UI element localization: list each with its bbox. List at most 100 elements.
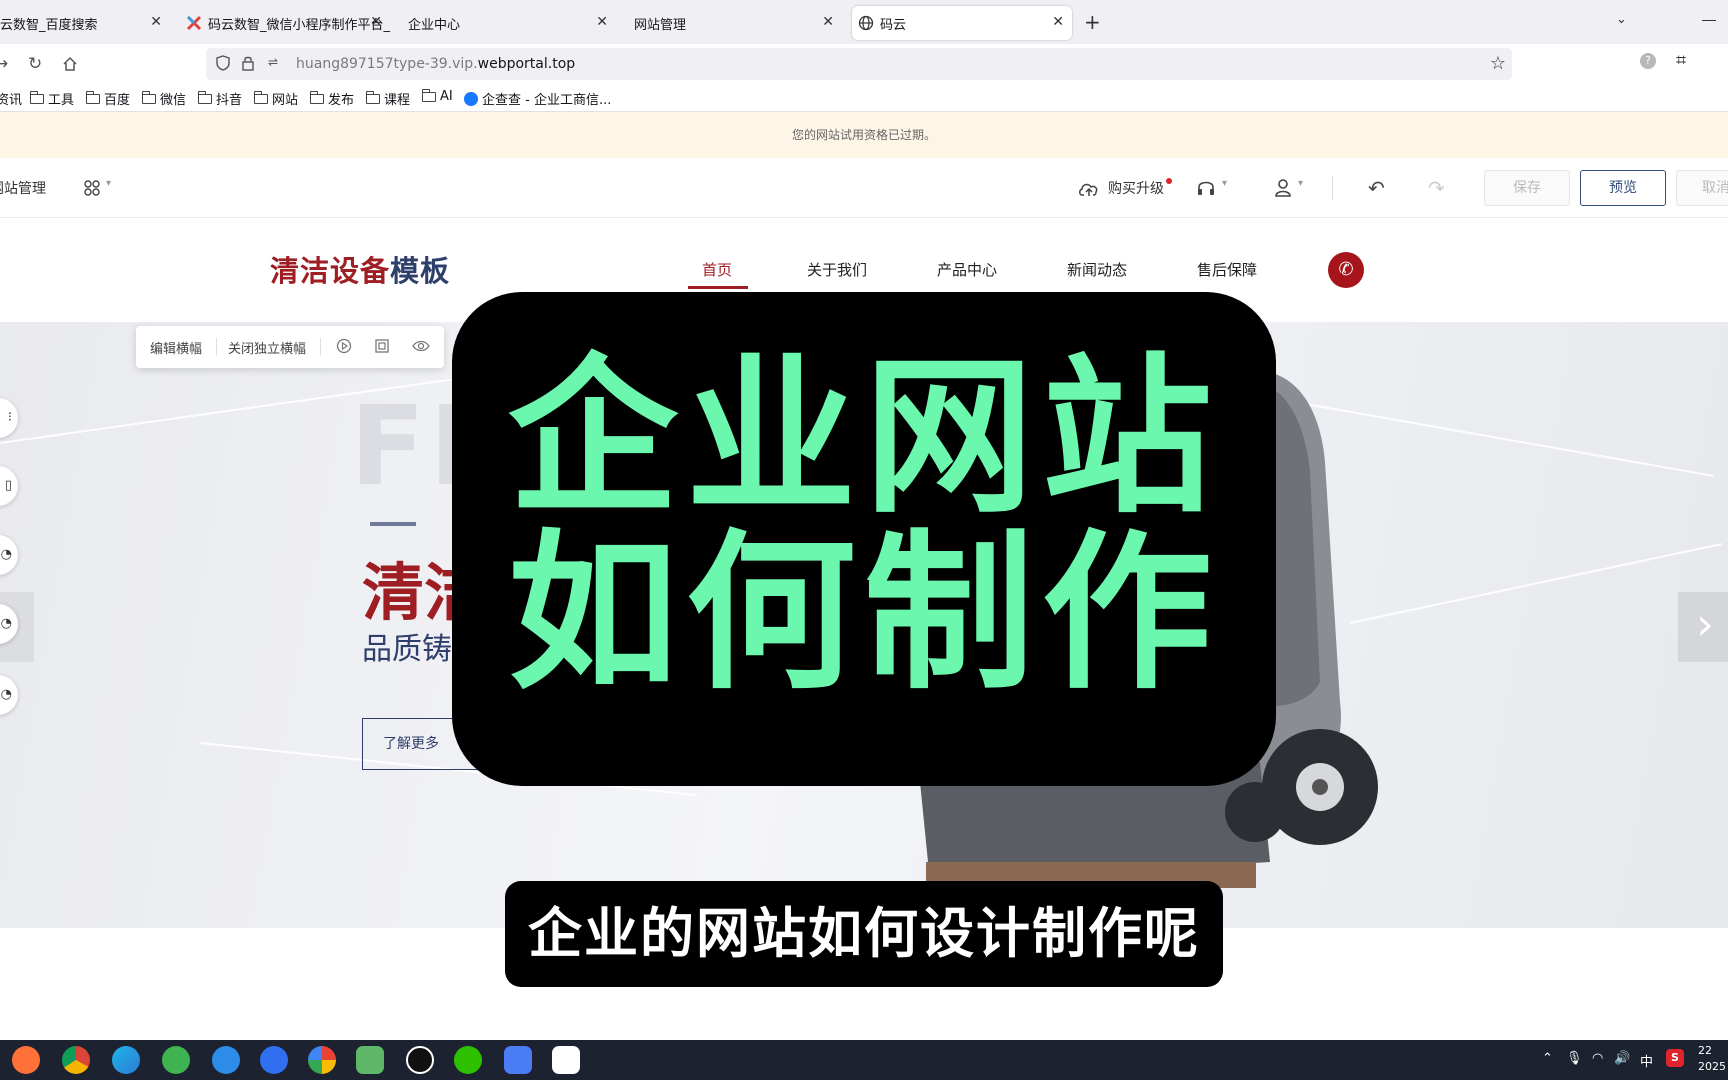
- search-q-icon[interactable]: [260, 1046, 288, 1074]
- tab-baidu-search[interactable]: 云数智_百度搜索 ✕: [0, 6, 170, 40]
- bookmark-folder-tools[interactable]: 工具: [30, 89, 74, 108]
- network-icon[interactable]: ◠: [1592, 1051, 1603, 1066]
- notification-dot: [1166, 178, 1172, 184]
- mayun-logo-icon: [186, 15, 202, 31]
- bookmark-folder-website[interactable]: 网站: [254, 89, 298, 108]
- chevron-down-icon[interactable]: ⌄: [1616, 12, 1627, 27]
- wechat-icon[interactable]: [454, 1046, 482, 1074]
- play-circle-icon[interactable]: [336, 338, 352, 354]
- extension-help-icon[interactable]: ?: [1640, 53, 1656, 69]
- chevron-down-icon[interactable]: ▾: [106, 178, 111, 189]
- redo-icon[interactable]: ↷: [1428, 176, 1445, 200]
- active-nav-indicator: [688, 286, 748, 289]
- forward-icon[interactable]: →: [0, 54, 8, 74]
- microphone-icon[interactable]: 🎙: [1566, 1051, 1583, 1066]
- save-button[interactable]: 保存: [1484, 170, 1570, 206]
- light-streak: [1349, 543, 1722, 624]
- url-bar[interactable]: ⇌ huang897157type-39.vip.webportal.top ☆: [206, 48, 1512, 80]
- cloud-upload-icon[interactable]: [1078, 180, 1100, 198]
- chevron-down-icon[interactable]: ▾: [1222, 178, 1227, 189]
- edit-banner-button[interactable]: 编辑横幅: [150, 338, 202, 357]
- trial-expired-notice: 您的网站试用资格已过期。: [0, 112, 1728, 158]
- folder-icon: [310, 90, 324, 104]
- close-icon[interactable]: ✕: [150, 14, 162, 30]
- sogou-browser-icon[interactable]: [212, 1046, 240, 1074]
- close-independent-banner-button[interactable]: 关闭独立横幅: [228, 338, 306, 357]
- browser-green-icon[interactable]: [162, 1046, 190, 1074]
- close-icon[interactable]: ✕: [596, 14, 608, 30]
- reload-icon[interactable]: ↻: [28, 54, 42, 74]
- close-icon[interactable]: ✕: [822, 14, 834, 30]
- phone-icon[interactable]: ✆: [1328, 252, 1364, 288]
- volume-icon[interactable]: 🔊: [1614, 1051, 1630, 1066]
- ime-indicator[interactable]: 中: [1640, 1051, 1653, 1070]
- nav-home[interactable]: 首页: [702, 259, 732, 280]
- bookmark-folder-baidu[interactable]: 百度: [86, 89, 130, 108]
- tab-mayun-active[interactable]: 码云 ✕: [852, 6, 1072, 40]
- cancel-button[interactable]: 取消: [1676, 170, 1728, 206]
- bookmarks-bar: 资讯 工具 百度 微信 抖音 网站 发布 课程 AI 企查查 - 企业工商信..…: [0, 84, 1728, 112]
- overlay-line-2: 如何制作: [507, 515, 1220, 713]
- minimize-icon[interactable]: [1702, 20, 1716, 21]
- undo-icon[interactable]: ↶: [1368, 176, 1385, 200]
- user-icon[interactable]: [1274, 178, 1292, 198]
- folder-icon: [30, 90, 44, 104]
- preview-button[interactable]: 预览: [1580, 170, 1666, 206]
- edge-icon[interactable]: [112, 1046, 140, 1074]
- video-editor-icon[interactable]: [552, 1046, 580, 1074]
- bookmark-qichacha[interactable]: 企查查 - 企业工商信...: [464, 89, 611, 108]
- buy-upgrade-button[interactable]: 购买升级: [1108, 178, 1164, 198]
- hero-accent-bar: [370, 522, 416, 526]
- site-manage-link[interactable]: 网站管理: [0, 178, 46, 198]
- bookmark-folder-wechat[interactable]: 微信: [142, 89, 186, 108]
- frame-icon[interactable]: [374, 338, 390, 354]
- shield-icon[interactable]: [216, 55, 230, 71]
- tab-mayun-miniprogram[interactable]: 码云数智_微信小程序制作平台_ ✕: [180, 6, 390, 40]
- url-text[interactable]: huang897157type-39.vip.webportal.top: [296, 56, 575, 72]
- chevron-down-icon[interactable]: ▾: [1298, 178, 1303, 189]
- nav-about[interactable]: 关于我们: [807, 259, 867, 280]
- lock-icon[interactable]: [242, 55, 254, 71]
- tab-title: 码云: [880, 17, 907, 33]
- close-icon[interactable]: ✕: [370, 14, 382, 30]
- bookmark-folder-ai[interactable]: AI: [422, 88, 453, 104]
- divider: [216, 338, 217, 356]
- nav-news[interactable]: 新闻动态: [1067, 259, 1127, 280]
- qq-icon[interactable]: [406, 1046, 434, 1074]
- hero-subtitle: 品质铸: [362, 632, 452, 667]
- nav-after-sales[interactable]: 售后保障: [1197, 259, 1257, 280]
- bookmark-folder-course[interactable]: 课程: [366, 89, 410, 108]
- clock-date: 2025: [1698, 1060, 1726, 1073]
- banner-next-arrow[interactable]: ›: [1678, 592, 1728, 662]
- tab-site-manage[interactable]: 网站管理 ✕: [628, 6, 842, 40]
- settings-gear-icon[interactable]: [356, 1046, 384, 1074]
- tab-title: 云数智_百度搜索: [0, 17, 98, 33]
- bookmark-item[interactable]: 资讯: [0, 89, 22, 108]
- note-icon[interactable]: [504, 1046, 532, 1074]
- tab-enterprise-center[interactable]: 企业中心 ✕: [402, 6, 616, 40]
- firefox-icon[interactable]: [12, 1046, 40, 1074]
- home-icon[interactable]: [62, 56, 78, 72]
- new-tab-plus-icon[interactable]: +: [1084, 10, 1101, 34]
- close-icon[interactable]: ✕: [1052, 14, 1064, 30]
- clock-time: 22: [1698, 1044, 1712, 1057]
- eye-icon[interactable]: [412, 338, 430, 354]
- apps-grid-icon[interactable]: [84, 180, 100, 196]
- site-logo[interactable]: 清洁设备模板: [270, 248, 450, 290]
- logo-text-blue: 模板: [390, 254, 451, 288]
- permissions-icon[interactable]: ⇌: [268, 55, 278, 69]
- bookmark-star-icon[interactable]: ☆: [1490, 53, 1506, 74]
- sogou-ime-icon[interactable]: S: [1666, 1049, 1684, 1067]
- photos-icon[interactable]: [308, 1046, 336, 1074]
- bookmark-folder-publish[interactable]: 发布: [310, 89, 354, 108]
- video-caption: 企业的网站如何设计制作呢: [505, 881, 1223, 987]
- chrome-icon[interactable]: [62, 1046, 90, 1074]
- screenshot-crop-icon[interactable]: ⌗: [1676, 50, 1686, 71]
- chevron-up-icon[interactable]: ⌃: [1542, 1051, 1553, 1066]
- nav-products[interactable]: 产品中心: [937, 259, 997, 280]
- logo-text-red: 清洁设备: [270, 254, 391, 288]
- bookmark-folder-douyin[interactable]: 抖音: [198, 89, 242, 108]
- headset-icon[interactable]: [1196, 178, 1216, 198]
- folder-icon: [86, 90, 100, 104]
- system-clock[interactable]: 22 2025: [1698, 1043, 1726, 1075]
